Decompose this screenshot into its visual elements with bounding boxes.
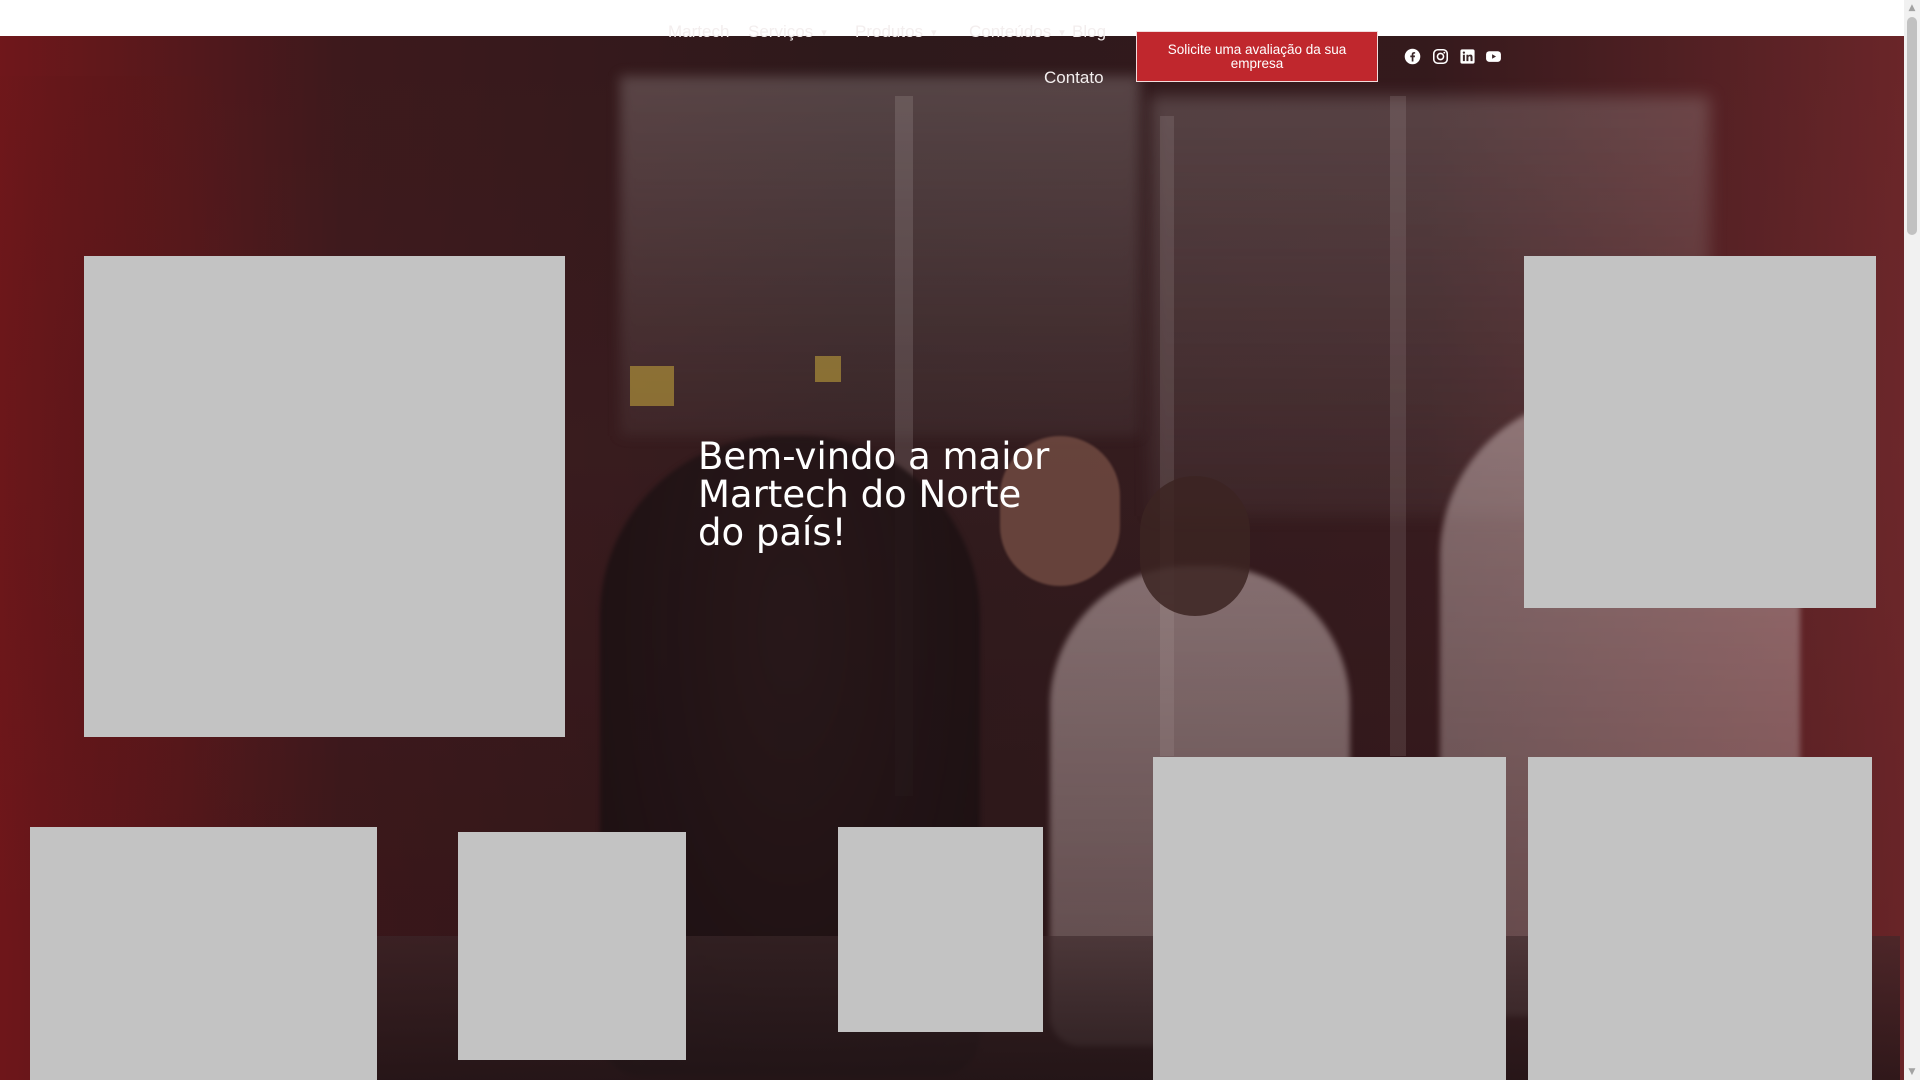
nav-item-label: Conteúdos xyxy=(969,22,1052,41)
chevron-down-icon: ▾ xyxy=(1059,27,1065,40)
nav-item-label: Martech xyxy=(668,22,730,41)
image-placeholder xyxy=(1524,256,1876,608)
nav-item-label: Contato xyxy=(1044,68,1104,87)
nav-item-conteudos[interactable]: Conteúdos ▾ xyxy=(969,22,1065,42)
office-window xyxy=(620,76,1140,436)
nav-item-contato[interactable]: Contato xyxy=(1044,68,1104,88)
person-head-shape xyxy=(1140,476,1250,616)
nav-item-martech[interactable]: Martech xyxy=(668,22,729,42)
nav-item-produtos[interactable]: Produtos ▾ xyxy=(855,22,937,42)
chevron-down-icon: ▾ xyxy=(931,27,937,40)
image-placeholder xyxy=(1528,757,1872,1080)
image-placeholder xyxy=(458,832,686,1060)
instagram-icon[interactable] xyxy=(1431,47,1449,65)
vertical-scrollbar[interactable]: ▲ ▼ xyxy=(1904,0,1920,1080)
image-placeholder xyxy=(30,827,377,1080)
chevron-down-icon: ▾ xyxy=(821,27,827,40)
image-placeholder xyxy=(1153,757,1506,1080)
main-nav: Martech Serviços ▾ Produtos ▾ Conteúdos ▾ B… xyxy=(0,0,1904,90)
scroll-up-icon[interactable]: ▲ xyxy=(1904,0,1920,16)
nav-item-servicos[interactable]: Serviços ▾ xyxy=(748,22,827,42)
request-evaluation-button[interactable]: Solicite uma avaliação da sua empresa xyxy=(1136,31,1378,82)
linkedin-icon[interactable] xyxy=(1458,47,1476,65)
scrollbar-thumb[interactable] xyxy=(1907,17,1917,235)
sticky-note xyxy=(630,366,674,406)
hero-title: Bem-vindo a maior Martech do Norte do pa… xyxy=(698,435,1050,554)
nav-item-label: Blog xyxy=(1072,22,1107,41)
nav-item-label: Serviços xyxy=(748,22,814,41)
glass-pillar xyxy=(1390,96,1406,756)
sticky-note xyxy=(815,356,841,382)
nav-item-blog[interactable]: Blog xyxy=(1072,22,1106,42)
image-placeholder xyxy=(838,827,1043,1032)
scroll-down-icon[interactable]: ▼ xyxy=(1904,1064,1920,1080)
image-placeholder xyxy=(84,256,565,737)
nav-item-label: Produtos xyxy=(855,22,924,41)
facebook-icon[interactable] xyxy=(1403,47,1421,65)
cta-label: Solicite uma avaliação da sua empresa xyxy=(1167,41,1347,71)
youtube-icon[interactable] xyxy=(1484,47,1502,65)
